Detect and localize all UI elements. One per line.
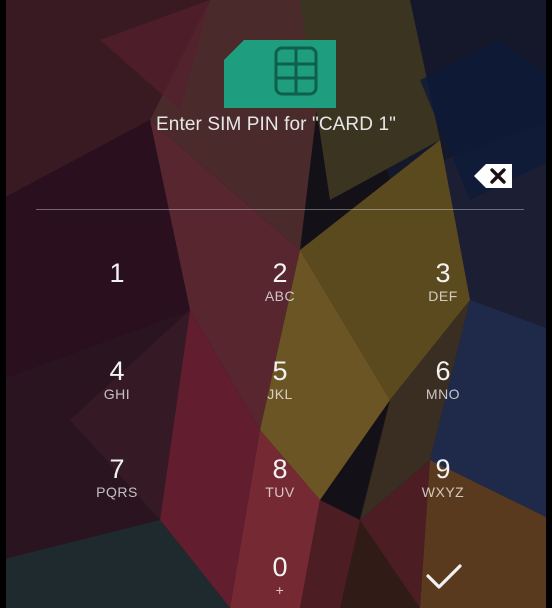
checkmark-icon[interactable]: [420, 558, 468, 594]
keypad-key-0[interactable]: 0 +: [205, 552, 355, 602]
pin-divider: [36, 209, 524, 210]
key-digit: 9: [435, 454, 451, 484]
keypad-key-3[interactable]: 3 DEF: [368, 258, 518, 338]
key-letters: WXYZ: [421, 484, 465, 500]
pin-entry-field[interactable]: [36, 150, 466, 200]
keypad-key-4[interactable]: 4 GHI: [42, 356, 192, 436]
keypad-key-9[interactable]: 9 WXYZ: [368, 454, 518, 534]
key-letters: GHI: [103, 386, 131, 402]
keypad-key-8[interactable]: 8 TUV: [205, 454, 355, 534]
backspace-icon[interactable]: [472, 158, 516, 194]
key-digit: 0: [272, 552, 288, 582]
key-digit: 5: [272, 356, 288, 386]
sim-pin-prompt: Enter SIM PIN for "CARD 1": [156, 114, 396, 135]
sim-pin-screen: Enter SIM PIN for "CARD 1" 1 2 ABC 3 DEF…: [0, 0, 552, 608]
key-digit: 2: [272, 258, 288, 288]
sim-card-icon: [224, 40, 336, 108]
key-digit: 6: [435, 356, 451, 386]
key-digit: 1: [109, 258, 125, 288]
frame-left: [0, 0, 6, 608]
key-digit: 3: [435, 258, 451, 288]
key-letters: JKL: [267, 386, 293, 402]
keypad-key-1[interactable]: 1: [42, 258, 192, 338]
key-letters: +: [275, 582, 285, 598]
keypad-key-5[interactable]: 5 JKL: [205, 356, 355, 436]
frame-right: [546, 0, 552, 608]
key-letters: MNO: [425, 386, 461, 402]
key-letters: DEF: [428, 288, 458, 304]
key-letters: ABC: [264, 288, 296, 304]
keypad-key-6[interactable]: 6 MNO: [368, 356, 518, 436]
key-digit: 4: [109, 356, 125, 386]
key-digit: 7: [109, 454, 125, 484]
keypad-key-2[interactable]: 2 ABC: [205, 258, 355, 338]
keypad-key-7[interactable]: 7 PQRS: [42, 454, 192, 534]
key-letters: TUV: [265, 484, 295, 500]
key-letters: PQRS: [96, 484, 138, 500]
key-digit: 8: [272, 454, 288, 484]
